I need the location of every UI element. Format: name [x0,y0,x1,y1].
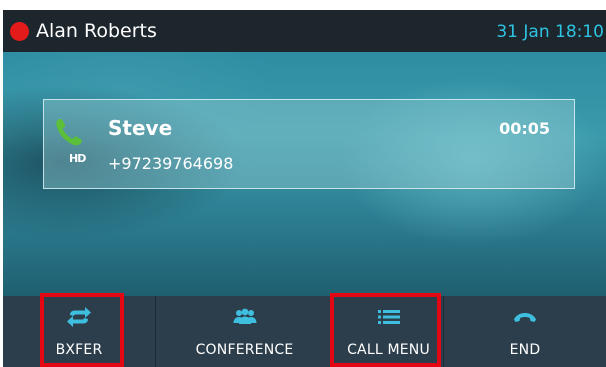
conference-label: CONFERENCE [195,342,294,358]
bxfer-button[interactable]: BXFER [3,296,156,367]
phone-handset-icon [56,119,82,146]
bxfer-label: BXFER [55,342,103,358]
phone-screen: Alan Roberts 31 Jan 18:10 HD Steve +9723… [3,10,606,367]
call-duration: 00:05 [499,119,550,138]
caller-name: Steve [108,116,173,140]
user-name: Alan Roberts [36,20,157,42]
date-time: 31 Jan 18:10 [496,22,604,42]
conference-icon [233,308,256,324]
presence-status-icon [10,22,29,41]
call-menu-button[interactable]: CALL MENU [334,296,444,367]
status-bar: Alan Roberts 31 Jan 18:10 [3,10,606,52]
menu-icon [377,310,400,324]
active-call-card[interactable]: HD Steve +97239764698 00:05 [43,99,575,189]
call-menu-label: CALL MENU [347,342,430,358]
hd-audio-icon: HD [69,152,86,165]
softkey-bar: BXFER CONFERENCE CALL MENU END [3,296,606,367]
transfer-icon [67,307,91,327]
end-call-icon [514,313,536,322]
end-call-button[interactable]: END [444,296,606,367]
caller-number: +97239764698 [108,154,234,173]
conference-button[interactable]: CONFERENCE [156,296,334,367]
end-label: END [509,342,541,358]
call-area: HD Steve +97239764698 00:05 [3,52,606,296]
